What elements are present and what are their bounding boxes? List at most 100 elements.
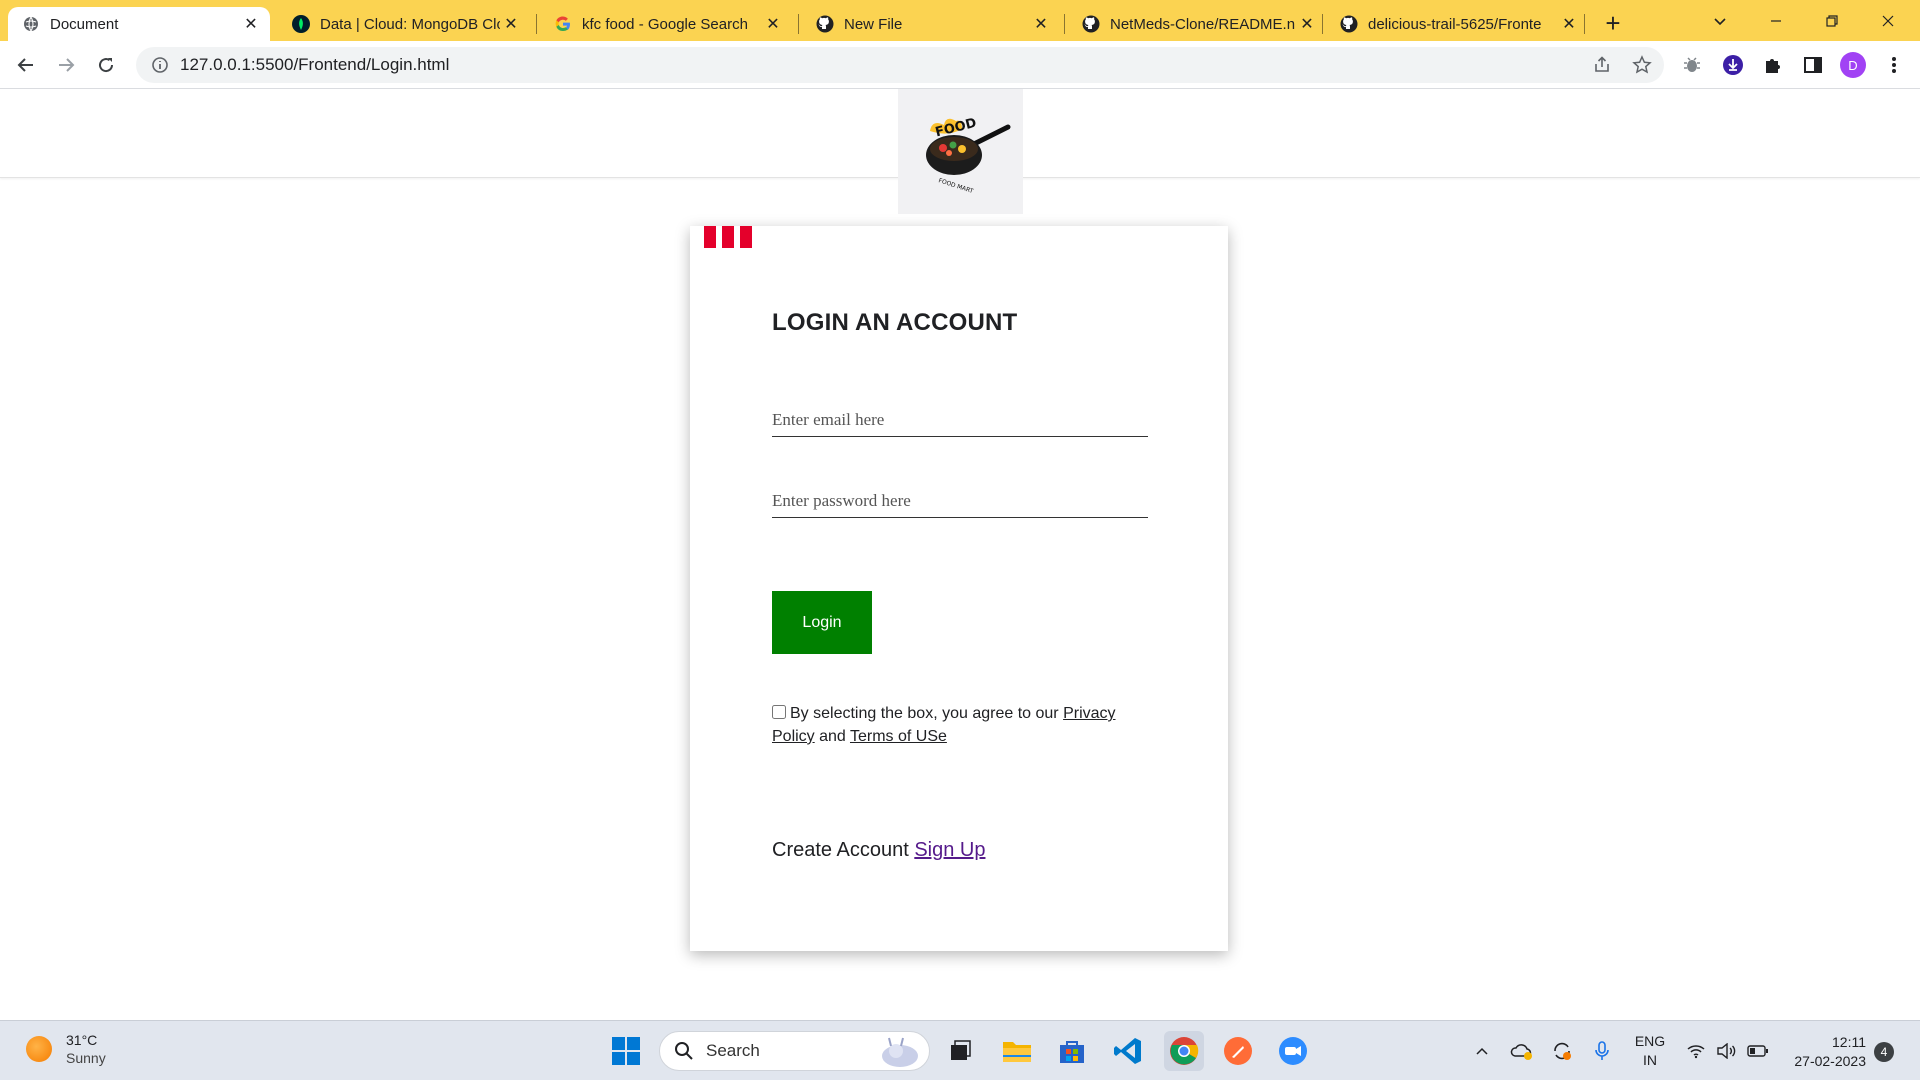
chrome-icon[interactable] bbox=[1164, 1031, 1204, 1071]
logo-subtext: FOOD MART bbox=[938, 177, 975, 195]
site-info-icon[interactable] bbox=[142, 56, 178, 74]
tab-netmeds-readme[interactable]: NetMeds-Clone/README.n ✕ bbox=[1068, 7, 1326, 41]
restore-button[interactable] bbox=[1804, 0, 1860, 41]
address-bar[interactable]: 127.0.0.1:5500/Frontend/Login.html bbox=[136, 47, 1664, 83]
tab-search-chevron-icon[interactable] bbox=[1692, 0, 1748, 41]
reload-button[interactable] bbox=[90, 49, 122, 81]
lang-top: ENG bbox=[1634, 1033, 1666, 1049]
bug-extension-icon[interactable] bbox=[1680, 53, 1704, 77]
tab-mongodb[interactable]: Data | Cloud: MongoDB Clo ✕ bbox=[278, 7, 530, 41]
task-view-icon[interactable] bbox=[942, 1033, 978, 1069]
notification-badge[interactable]: 4 bbox=[1874, 1042, 1894, 1062]
stripe bbox=[740, 226, 752, 248]
agree-prefix: By selecting the box, you agree to our bbox=[790, 705, 1064, 722]
brand-stripes bbox=[704, 226, 752, 248]
url-text: 127.0.0.1:5500/Frontend/Login.html bbox=[180, 55, 450, 74]
tab-separator bbox=[1584, 14, 1585, 34]
postman-icon[interactable] bbox=[1220, 1033, 1256, 1069]
login-button[interactable]: Login bbox=[772, 591, 872, 654]
chrome-menu-icon[interactable] bbox=[1882, 53, 1906, 77]
show-hidden-icons[interactable] bbox=[1470, 1021, 1494, 1081]
tab-title: Document bbox=[50, 15, 119, 33]
sun-icon bbox=[26, 1036, 52, 1062]
tab-new-file[interactable]: New File ✕ bbox=[802, 7, 1060, 41]
close-icon[interactable]: ✕ bbox=[240, 13, 262, 35]
profile-avatar[interactable]: D bbox=[1840, 52, 1866, 78]
tab-separator bbox=[1322, 14, 1323, 34]
github-icon bbox=[816, 15, 834, 33]
clock-date: 27-02-2023 bbox=[1794, 1053, 1866, 1069]
tab-separator bbox=[798, 14, 799, 34]
system-clock[interactable]: 12:11 27-02-2023 bbox=[1782, 1033, 1866, 1071]
close-icon[interactable]: ✕ bbox=[1296, 13, 1318, 35]
tab-title: delicious-trail-5625/Fronte bbox=[1368, 15, 1542, 33]
email-input[interactable] bbox=[772, 403, 1148, 437]
microsoft-store-icon[interactable] bbox=[1054, 1033, 1090, 1069]
bookmark-star-icon[interactable] bbox=[1631, 54, 1653, 76]
back-button[interactable] bbox=[10, 49, 42, 81]
microphone-icon[interactable] bbox=[1590, 1021, 1614, 1081]
globe-icon bbox=[22, 15, 40, 33]
windows-taskbar: 31°C Sunny Search ENG IN 12:11 27-02-202… bbox=[0, 1020, 1920, 1080]
clock-time: 12:11 bbox=[1832, 1034, 1866, 1050]
weather-temp: 31°C bbox=[66, 1032, 98, 1048]
tab-title: New File bbox=[844, 15, 903, 33]
tab-title: Data | Cloud: MongoDB Clo bbox=[320, 15, 500, 33]
sync-icon[interactable] bbox=[1548, 1021, 1576, 1081]
tab-strip: Document ✕ Data | Cloud: MongoDB Clo ✕ k… bbox=[0, 0, 1920, 41]
share-icon[interactable] bbox=[1591, 54, 1613, 76]
page-content: FOOD FOOD MART LOGIN AN ACCOUNT Login By… bbox=[0, 89, 1920, 1020]
onedrive-icon[interactable] bbox=[1508, 1021, 1536, 1081]
login-heading: LOGIN AN ACCOUNT bbox=[772, 309, 1018, 336]
minimize-button[interactable] bbox=[1748, 0, 1804, 41]
search-label: Search bbox=[706, 1041, 760, 1060]
sign-up-link[interactable]: Sign Up bbox=[914, 839, 985, 861]
wifi-icon[interactable] bbox=[1684, 1021, 1708, 1081]
search-highlight-icon bbox=[882, 1037, 918, 1067]
tab-separator bbox=[1064, 14, 1065, 34]
weather-desc: Sunny bbox=[66, 1050, 106, 1066]
browser-toolbar: 127.0.0.1:5500/Frontend/Login.html D bbox=[0, 41, 1920, 89]
windows-start-icon[interactable] bbox=[608, 1033, 644, 1069]
new-tab-button[interactable]: + bbox=[1598, 8, 1628, 38]
volume-icon[interactable] bbox=[1714, 1021, 1740, 1081]
google-icon bbox=[554, 15, 572, 33]
agreement-text: By selecting the box, you agree to our P… bbox=[772, 702, 1148, 748]
tab-google-search[interactable]: kfc food - Google Search ✕ bbox=[540, 7, 792, 41]
file-explorer-icon[interactable] bbox=[999, 1033, 1035, 1069]
tab-separator bbox=[536, 14, 537, 34]
taskbar-search[interactable]: Search bbox=[659, 1031, 930, 1071]
extensions-puzzle-icon[interactable] bbox=[1761, 53, 1785, 77]
create-account-row: Create Account Sign Up bbox=[772, 839, 985, 862]
food-mart-logo[interactable]: FOOD FOOD MART bbox=[898, 89, 1023, 214]
tab-title: kfc food - Google Search bbox=[582, 15, 748, 33]
agree-and: and bbox=[814, 728, 850, 745]
language-indicator[interactable]: ENG IN bbox=[1628, 1021, 1672, 1081]
window-close-button[interactable] bbox=[1860, 0, 1916, 41]
login-card: LOGIN AN ACCOUNT Login By selecting the … bbox=[690, 226, 1228, 951]
stripe bbox=[704, 226, 716, 248]
terms-link[interactable]: Terms of USe bbox=[850, 728, 947, 745]
download-icon[interactable] bbox=[1721, 53, 1745, 77]
close-icon[interactable]: ✕ bbox=[1030, 13, 1052, 35]
close-icon[interactable]: ✕ bbox=[1558, 13, 1580, 35]
close-icon[interactable]: ✕ bbox=[500, 13, 522, 35]
create-account-text: Create Account bbox=[772, 839, 915, 861]
tab-delicious-trail[interactable]: delicious-trail-5625/Fronte ✕ bbox=[1326, 7, 1588, 41]
password-input[interactable] bbox=[772, 484, 1148, 518]
weather-widget[interactable]: 31°C Sunny bbox=[26, 1031, 106, 1067]
github-icon bbox=[1082, 15, 1100, 33]
zoom-icon[interactable] bbox=[1275, 1033, 1311, 1069]
mongodb-leaf-icon bbox=[292, 15, 310, 33]
tab-title: NetMeds-Clone/README.n bbox=[1110, 15, 1296, 33]
lang-bottom: IN bbox=[1643, 1052, 1657, 1068]
search-icon bbox=[675, 1042, 693, 1060]
close-icon[interactable]: ✕ bbox=[762, 13, 784, 35]
forward-button[interactable] bbox=[50, 49, 82, 81]
tab-document[interactable]: Document ✕ bbox=[8, 7, 270, 41]
agree-checkbox[interactable] bbox=[772, 705, 786, 719]
side-panel-icon[interactable] bbox=[1801, 53, 1825, 77]
battery-icon[interactable] bbox=[1744, 1021, 1772, 1081]
profile-initial: D bbox=[1848, 57, 1858, 73]
vscode-icon[interactable] bbox=[1110, 1033, 1146, 1069]
